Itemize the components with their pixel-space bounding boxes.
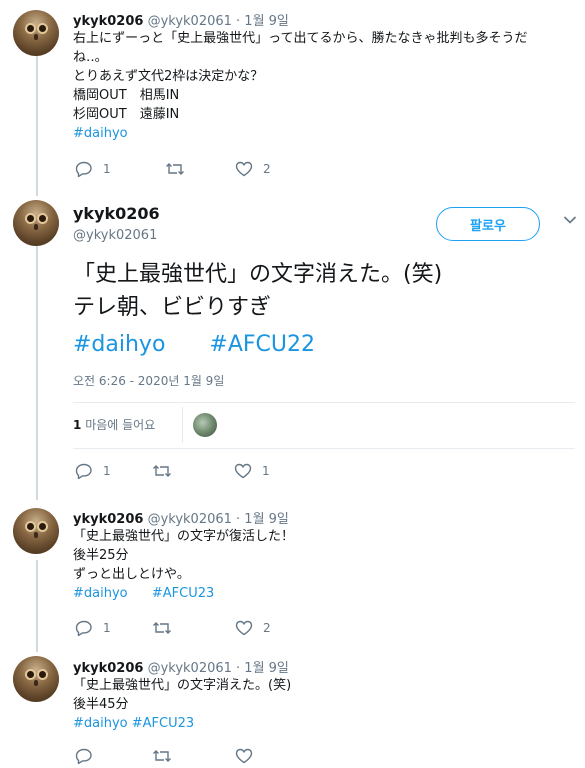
- avatar[interactable]: [13, 508, 59, 554]
- tweet-header: ykyk0206 @ykyk02061 · 1월 9일: [73, 508, 289, 527]
- retweet-button[interactable]: [152, 620, 182, 636]
- reply-count: 1: [103, 621, 111, 635]
- tweet-actions: 1 2: [73, 620, 373, 640]
- like-button[interactable]: 2: [235, 620, 271, 636]
- tweet-actions: 1 1: [73, 463, 373, 483]
- user-name[interactable]: ykyk0206: [73, 661, 143, 676]
- reply-icon: [75, 161, 92, 177]
- tweet-text-line: テレ朝、ビビりすぎ: [73, 295, 272, 320]
- tweet-line: 「史上最強世代」の文字が復活した！: [73, 529, 295, 544]
- user-meta[interactable]: @ykyk02061 · 1월 9일: [148, 661, 289, 676]
- tweet-header: ykyk0206 @ykyk02061 · 1월 9일: [73, 10, 289, 29]
- tweet-timestamp[interactable]: 오전 6:26 - 2020년 1월 9일: [73, 372, 224, 389]
- user-name[interactable]: ykyk0206: [73, 512, 143, 527]
- user-meta[interactable]: @ykyk02061 · 1월 9일: [148, 14, 289, 29]
- divider: [73, 402, 575, 403]
- hashtag-link[interactable]: #AFCU22: [209, 332, 315, 357]
- heart-icon: [235, 161, 253, 177]
- like-button[interactable]: 2: [235, 161, 271, 177]
- hashtag-link[interactable]: #daihyo: [73, 124, 527, 143]
- user-meta[interactable]: @ykyk02061 · 1월 9일: [148, 512, 289, 527]
- reply-icon: [75, 748, 92, 764]
- tweet-text: 「史上最強世代」の文字が復活した！ 後半25分 ずっと出しとけや。 #daihy…: [73, 527, 294, 603]
- tweet-line: ね‥。: [73, 50, 108, 65]
- avatar[interactable]: [13, 656, 59, 702]
- chevron-down-icon[interactable]: [563, 215, 577, 225]
- like-button[interactable]: [235, 748, 253, 764]
- tweet-line: 橋岡OUT 相馬IN: [73, 88, 180, 103]
- reply-button[interactable]: [75, 748, 93, 764]
- retweet-icon: [153, 465, 171, 477]
- tweet-actions: [73, 748, 373, 768]
- likes-label: 마음에 들어요: [85, 418, 156, 432]
- heart-icon: [235, 748, 253, 764]
- like-button[interactable]: 1: [234, 463, 270, 479]
- likes-count: 1: [73, 418, 82, 432]
- thread-line: [36, 246, 38, 500]
- retweet-button[interactable]: [165, 161, 195, 177]
- hashtag-link[interactable]: #AFCU23: [132, 716, 194, 731]
- hashtag-link[interactable]: #daihyo: [73, 332, 165, 357]
- hashtag-link[interactable]: #AFCU23: [152, 586, 214, 601]
- avatar[interactable]: [13, 200, 59, 246]
- tweet-line: 「史上最強世代」の文字消えた。(笑): [73, 678, 292, 693]
- tweet-text: 「史上最強世代」の文字消えた。(笑) 後半45分 #daihyo #AFCU23: [73, 676, 291, 733]
- tweet-text: 右上にずーっと「史上最強世代」って出てるから、勝たなきゃ批判も多そうだ ね‥。 …: [73, 29, 527, 143]
- hashtag-link[interactable]: #daihyo: [73, 716, 128, 731]
- reply-button[interactable]: 1: [75, 161, 111, 177]
- reply-count: 1: [103, 464, 111, 478]
- reply-icon: [75, 620, 92, 636]
- hashtag-row: #daihyo #AFCU22: [73, 328, 315, 361]
- follow-button[interactable]: 팔로우: [436, 207, 540, 241]
- heart-icon: [234, 463, 252, 479]
- thread-line: [36, 56, 38, 196]
- retweet-button[interactable]: [152, 748, 172, 764]
- thread-line: [36, 560, 38, 652]
- tweet-actions: 1 2: [73, 161, 373, 181]
- reply-button[interactable]: 1: [75, 463, 111, 479]
- liker-avatar[interactable]: [193, 413, 217, 437]
- tweet-line: ずっと出しとけや。: [73, 567, 190, 582]
- heart-icon: [235, 620, 253, 636]
- user-handle[interactable]: @ykyk02061: [73, 228, 157, 243]
- user-name[interactable]: ykyk0206: [73, 204, 160, 223]
- likes-summary[interactable]: 1 마음에 들어요: [73, 416, 155, 433]
- tweet-line: 右上にずーっと「史上最強世代」って出てるから、勝たなきゃ批判も多そうだ: [73, 31, 528, 46]
- divider: [182, 407, 183, 443]
- tweet-line: 後半45分: [73, 697, 129, 712]
- retweet-icon: [166, 163, 184, 175]
- like-count: 2: [263, 162, 271, 176]
- tweet-line: とりあえず文代2枠は決定かな？: [73, 69, 264, 84]
- reply-icon: [75, 463, 92, 479]
- reply-button[interactable]: 1: [75, 620, 111, 636]
- like-count: 2: [263, 621, 271, 635]
- avatar[interactable]: [13, 10, 59, 56]
- like-count: 1: [262, 464, 270, 478]
- retweet-icon: [153, 622, 171, 634]
- tweet-line: 杉岡OUT 遠藤IN: [73, 107, 180, 122]
- tweet-line: 後半25分: [73, 548, 129, 563]
- divider: [73, 448, 575, 449]
- reply-count: 1: [103, 162, 111, 176]
- user-name[interactable]: ykyk0206: [73, 14, 143, 29]
- retweet-button[interactable]: [152, 463, 182, 479]
- retweet-icon: [153, 750, 171, 762]
- tweet-text-line: 「史上最強世代」の文字消えた。(笑): [73, 262, 443, 287]
- tweet-header: ykyk0206 @ykyk02061 · 1월 9일: [73, 657, 289, 676]
- hashtag-link[interactable]: #daihyo: [73, 586, 128, 601]
